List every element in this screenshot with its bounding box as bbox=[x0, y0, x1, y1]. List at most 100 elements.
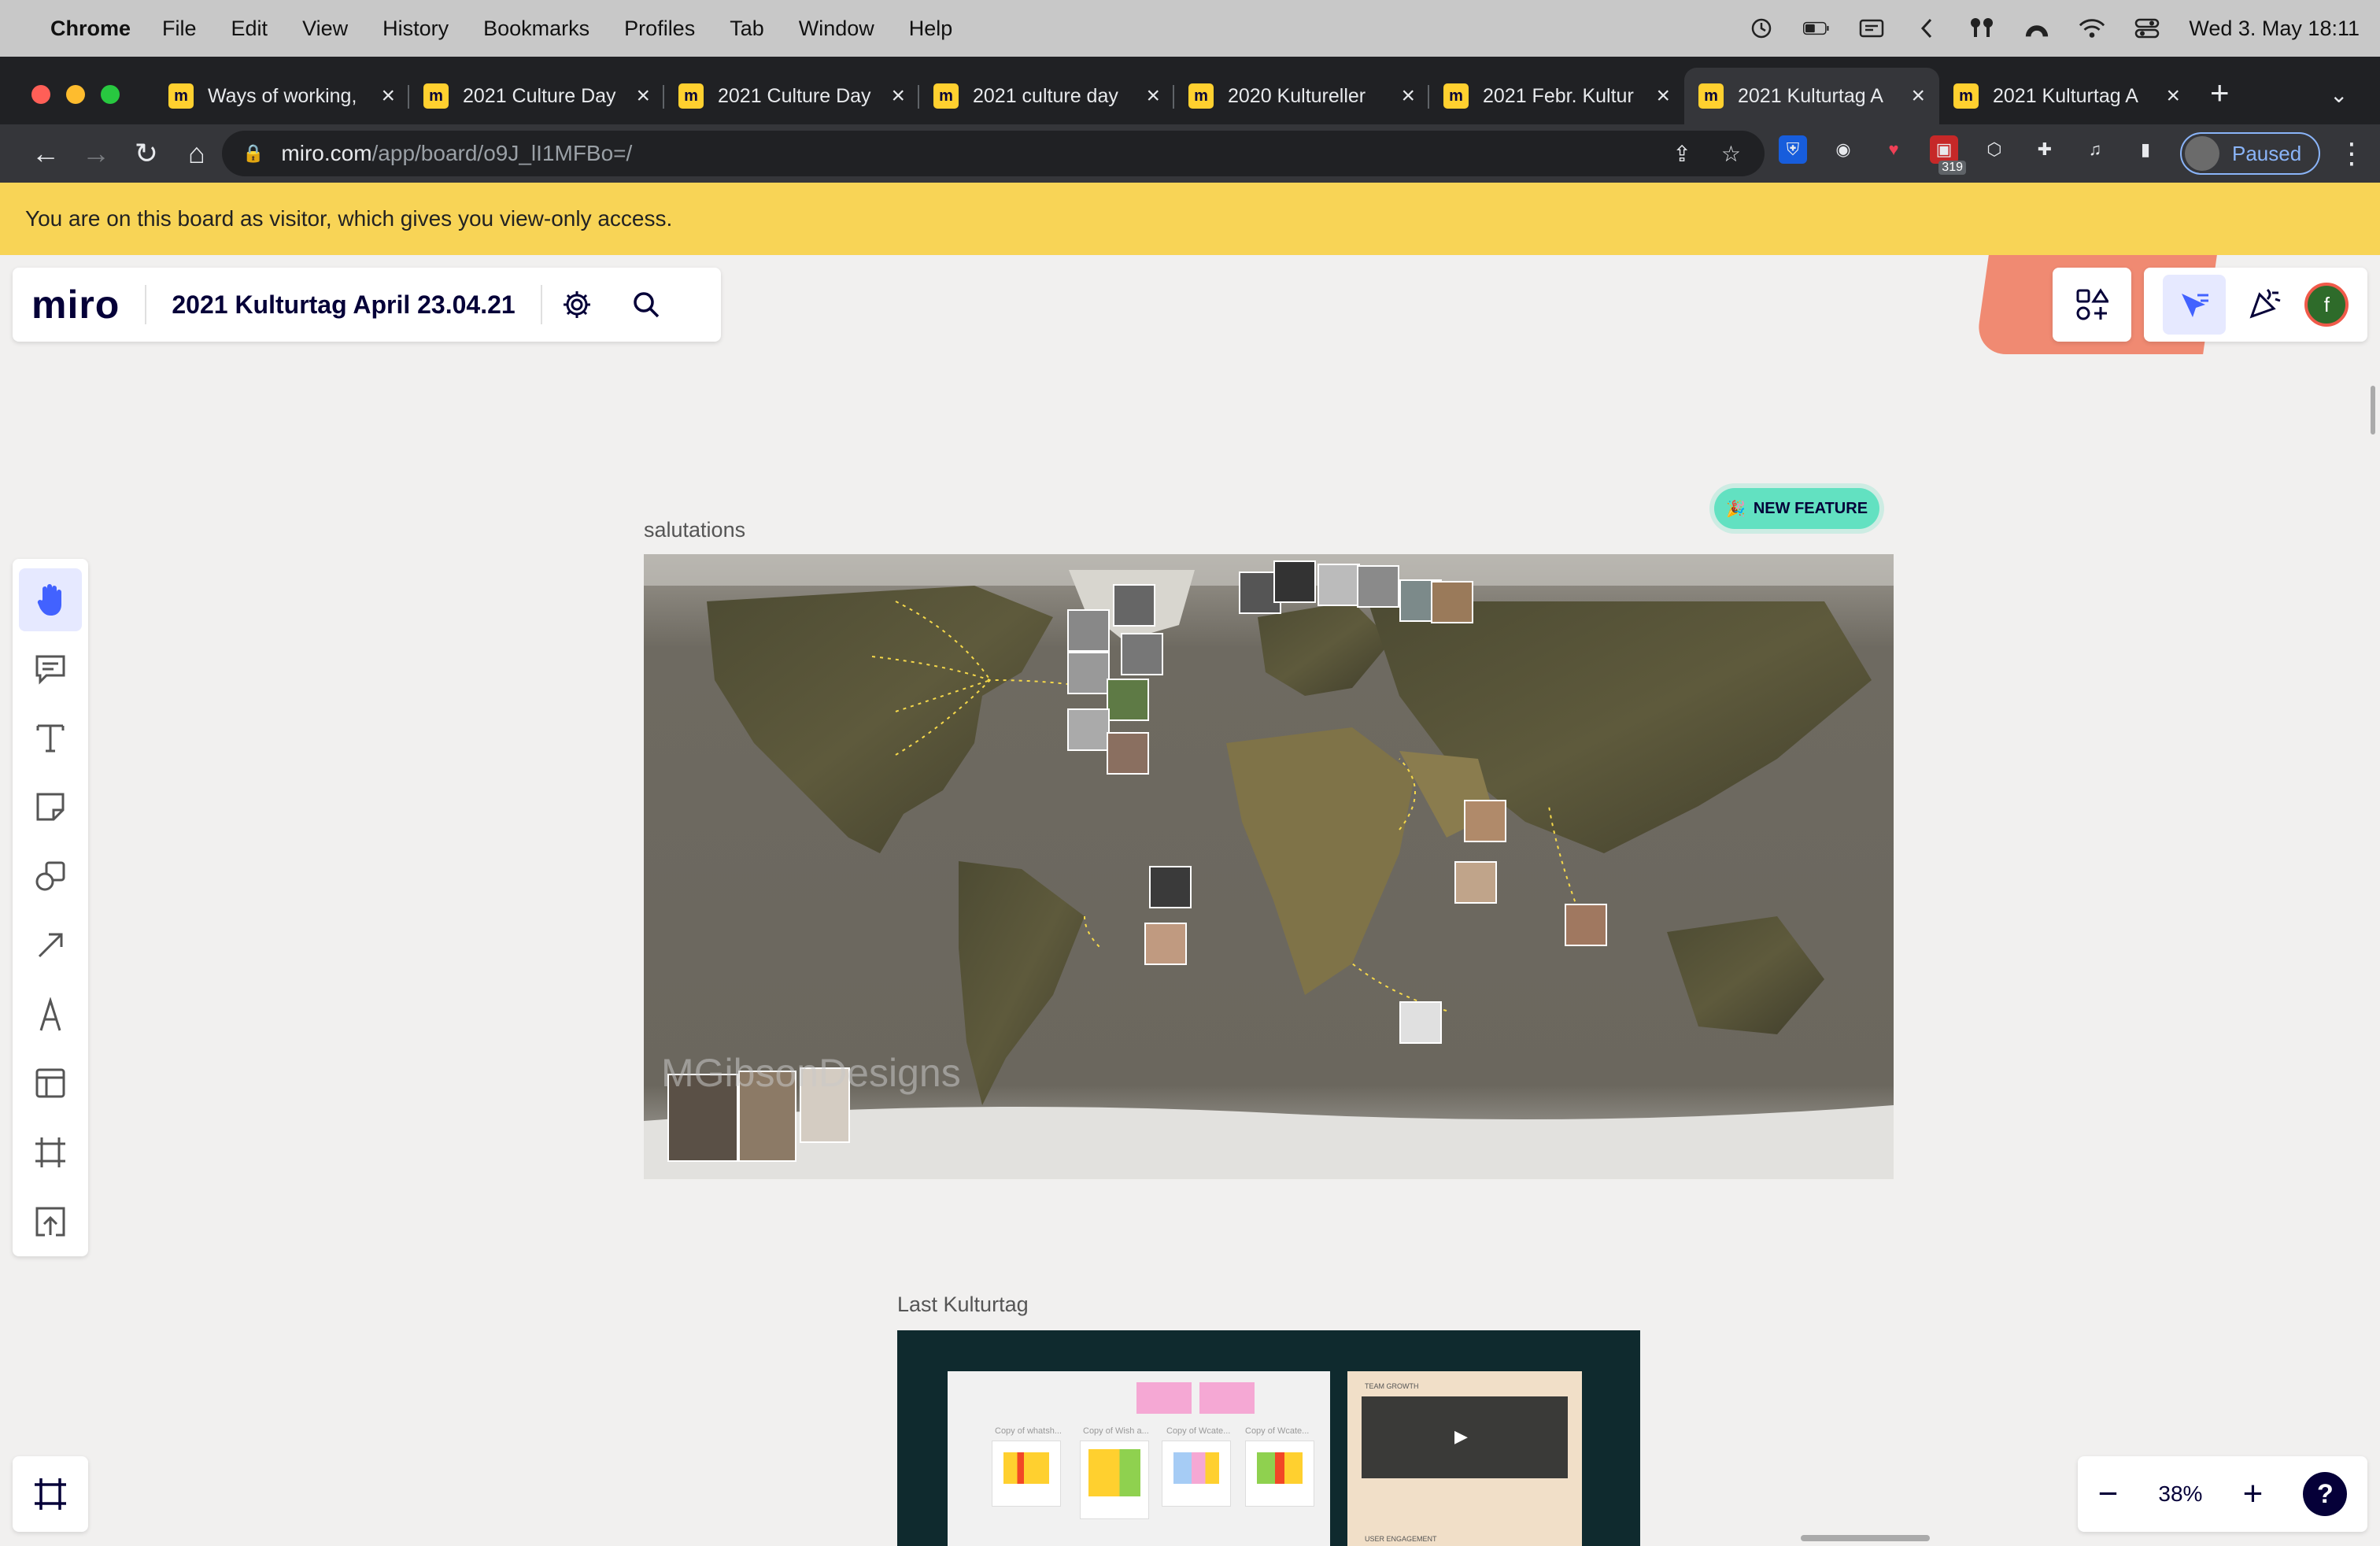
frame-tool[interactable] bbox=[19, 1121, 82, 1184]
close-tab-icon[interactable]: × bbox=[636, 83, 650, 109]
puzzle-icon[interactable]: ✚ bbox=[2031, 135, 2059, 164]
display-icon[interactable] bbox=[1858, 17, 1885, 40]
upload-tool[interactable] bbox=[19, 1190, 82, 1253]
person-photo[interactable] bbox=[1464, 800, 1506, 842]
person-photo[interactable] bbox=[1144, 923, 1187, 965]
vpn-icon[interactable] bbox=[2023, 17, 2050, 40]
new-tab-button[interactable]: + bbox=[2210, 74, 2230, 112]
person-photo[interactable] bbox=[1107, 679, 1149, 721]
tab-search-chevron-icon[interactable]: ⌄ bbox=[2330, 82, 2348, 108]
last-kulturtag-frame[interactable]: Copy of whatsh... Copy of Wish a... Copy… bbox=[897, 1330, 1640, 1546]
menu-edit[interactable]: Edit bbox=[231, 17, 268, 41]
wifi-icon[interactable] bbox=[2079, 17, 2105, 40]
url-text[interactable]: miro.com/app/board/o9J_lI1MFBo=/ bbox=[281, 141, 632, 166]
bookmark-star-icon[interactable]: ☆ bbox=[1721, 141, 1741, 167]
person-photo[interactable] bbox=[1431, 581, 1473, 623]
browser-tab[interactable]: m 2021 Kulturtag A × bbox=[1939, 68, 2194, 124]
close-tab-icon[interactable]: × bbox=[2166, 83, 2180, 109]
pocket-extension-icon[interactable]: ♥ bbox=[1879, 135, 1908, 164]
vertical-scrollbar[interactable] bbox=[2371, 386, 2375, 435]
lock-icon[interactable]: 🔒 bbox=[242, 143, 264, 164]
menu-view[interactable]: View bbox=[302, 17, 348, 41]
menu-window[interactable]: Window bbox=[799, 17, 874, 41]
back-button[interactable]: ← bbox=[20, 137, 71, 170]
forward-button[interactable]: → bbox=[71, 137, 121, 170]
new-feature-badge[interactable]: 🎉 NEW FEATURE bbox=[1714, 488, 1879, 529]
close-tab-icon[interactable]: × bbox=[1911, 83, 1925, 109]
media-controls-icon[interactable]: ♫ bbox=[2081, 135, 2109, 164]
comment-tool[interactable] bbox=[19, 638, 82, 701]
user-avatar[interactable]: f bbox=[2304, 283, 2349, 327]
battery-icon[interactable] bbox=[1803, 17, 1830, 40]
minimize-window-button[interactable] bbox=[66, 85, 85, 104]
horizontal-scrollbar[interactable] bbox=[1801, 1535, 1930, 1541]
frame-label-last-kulturtag[interactable]: Last Kulturtag bbox=[897, 1293, 1029, 1317]
control-center-icon[interactable] bbox=[2134, 17, 2160, 40]
browser-tab[interactable]: m 2021 Culture Day × bbox=[664, 68, 919, 124]
close-tab-icon[interactable]: × bbox=[1656, 83, 1670, 109]
miro-logo[interactable]: miro bbox=[13, 283, 147, 327]
zoom-window-button[interactable] bbox=[101, 85, 120, 104]
close-tab-icon[interactable]: × bbox=[891, 83, 905, 109]
chrome-menu-icon[interactable]: ⋮ bbox=[2338, 137, 2366, 170]
ublock-extension-icon[interactable]: ▣ 319 bbox=[1930, 135, 1966, 175]
person-photo[interactable] bbox=[1067, 708, 1110, 751]
hand-tool[interactable] bbox=[19, 568, 82, 631]
arrow-tool[interactable] bbox=[19, 914, 82, 977]
menu-help[interactable]: Help bbox=[909, 17, 953, 41]
browser-tab[interactable]: m 2021 culture day × bbox=[919, 68, 1174, 124]
text-tool[interactable] bbox=[19, 707, 82, 770]
reload-button[interactable]: ↻ bbox=[121, 137, 172, 170]
menubar-datetime[interactable]: Wed 3. May 18:11 bbox=[2189, 17, 2360, 41]
share-icon[interactable]: ⇪ bbox=[1672, 141, 1691, 167]
time-machine-icon[interactable] bbox=[1748, 17, 1775, 40]
browser-tab[interactable]: m Ways of working, × bbox=[154, 68, 409, 124]
person-photo[interactable] bbox=[1565, 904, 1607, 946]
settings-gear-icon[interactable] bbox=[542, 289, 612, 320]
bitwarden-extension-icon[interactable]: ⛨ bbox=[1779, 135, 1807, 164]
browser-tab-active[interactable]: m 2021 Kulturtag A × bbox=[1684, 68, 1939, 124]
home-button[interactable]: ⌂ bbox=[172, 137, 222, 170]
frame-label-salutations[interactable]: salutations bbox=[644, 518, 745, 542]
person-photo[interactable] bbox=[1357, 565, 1399, 608]
search-icon[interactable] bbox=[612, 290, 681, 320]
apps-button[interactable] bbox=[2053, 268, 2131, 342]
browser-tab[interactable]: m 2021 Febr. Kultur × bbox=[1429, 68, 1684, 124]
close-tab-icon[interactable]: × bbox=[1146, 83, 1160, 109]
menu-history[interactable]: History bbox=[382, 17, 449, 41]
zoom-out-button[interactable]: − bbox=[2098, 1474, 2119, 1514]
celebrate-icon[interactable] bbox=[2247, 285, 2283, 325]
person-photo[interactable] bbox=[1067, 609, 1110, 652]
person-photo[interactable] bbox=[1273, 560, 1316, 603]
templates-tool[interactable] bbox=[19, 1052, 82, 1115]
zoom-level[interactable]: 38% bbox=[2158, 1481, 2202, 1507]
close-window-button[interactable] bbox=[31, 85, 50, 104]
close-tab-icon[interactable]: × bbox=[1401, 83, 1415, 109]
menu-profiles[interactable]: Profiles bbox=[624, 17, 695, 41]
pen-tool[interactable] bbox=[19, 983, 82, 1046]
person-photo[interactable] bbox=[1067, 652, 1110, 694]
person-photo[interactable] bbox=[1454, 861, 1497, 904]
sticky-note-tool[interactable] bbox=[19, 775, 82, 838]
shapes-tool[interactable] bbox=[19, 845, 82, 908]
person-photo[interactable] bbox=[1107, 732, 1149, 775]
privacy-extension-icon[interactable]: ◉ bbox=[1829, 135, 1857, 164]
browser-tab[interactable]: m 2021 Culture Day × bbox=[409, 68, 664, 124]
cursor-select-button[interactable] bbox=[2162, 275, 2226, 335]
profile-button[interactable]: Paused bbox=[2180, 132, 2321, 175]
person-photo[interactable] bbox=[1149, 866, 1192, 908]
menu-bookmarks[interactable]: Bookmarks bbox=[483, 17, 589, 41]
menu-tab[interactable]: Tab bbox=[730, 17, 764, 41]
menu-file[interactable]: File bbox=[162, 17, 197, 41]
address-bar[interactable]: 🔒 miro.com/app/board/o9J_lI1MFBo=/ ⇪ ☆ bbox=[222, 131, 1765, 176]
help-button[interactable]: ? bbox=[2303, 1472, 2348, 1516]
board-title[interactable]: 2021 Kulturtag April 23.04.21 bbox=[146, 285, 542, 324]
zoom-in-button[interactable]: + bbox=[2243, 1474, 2264, 1514]
person-photo[interactable] bbox=[1399, 1001, 1442, 1044]
airpods-icon[interactable] bbox=[1968, 17, 1995, 40]
side-panel-icon[interactable]: ▮ bbox=[2131, 135, 2160, 164]
person-photo[interactable] bbox=[1318, 564, 1360, 606]
person-photo[interactable] bbox=[1121, 633, 1163, 675]
menu-app-name[interactable]: Chrome bbox=[50, 17, 131, 41]
person-photo[interactable] bbox=[1113, 584, 1155, 627]
